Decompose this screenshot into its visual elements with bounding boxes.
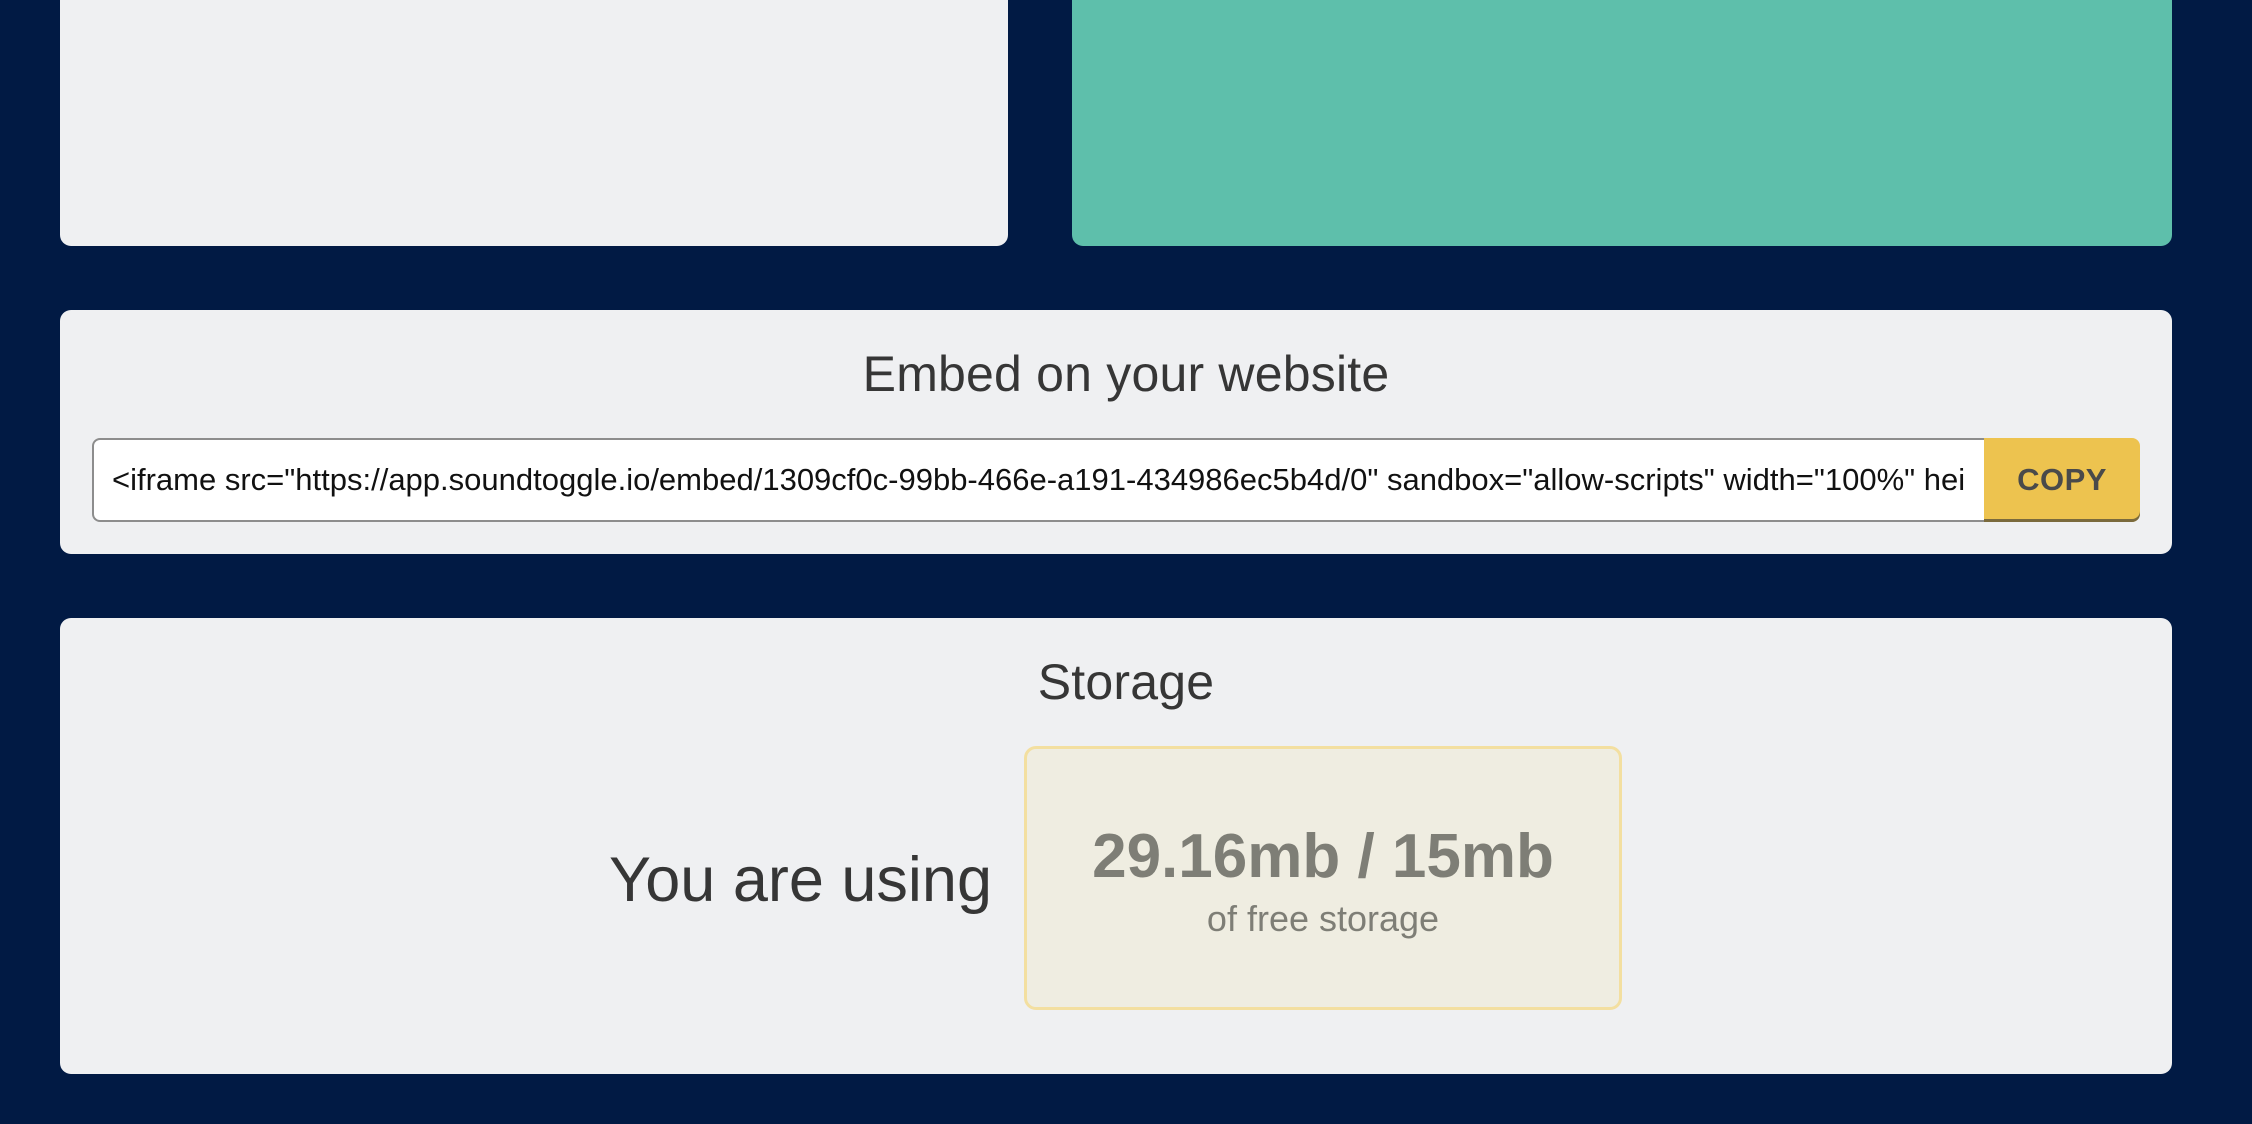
embed-title: Embed on your website — [862, 346, 1390, 402]
storage-caption: of free storage — [1206, 898, 1440, 939]
top-left-card — [60, 0, 1008, 246]
storage-usage-box: 29.16mb / 15mb of free storage — [1024, 746, 1622, 1010]
storage-title: Storage — [1037, 654, 1215, 710]
embed-code-row: COPY — [92, 438, 2140, 522]
embed-code-input[interactable] — [92, 438, 1984, 522]
copy-button[interactable]: COPY — [1984, 438, 2140, 522]
storage-using-label: You are using — [609, 845, 992, 915]
storage-amount: 29.16mb / 15mb — [1092, 822, 1554, 891]
top-right-card — [1072, 0, 2172, 246]
